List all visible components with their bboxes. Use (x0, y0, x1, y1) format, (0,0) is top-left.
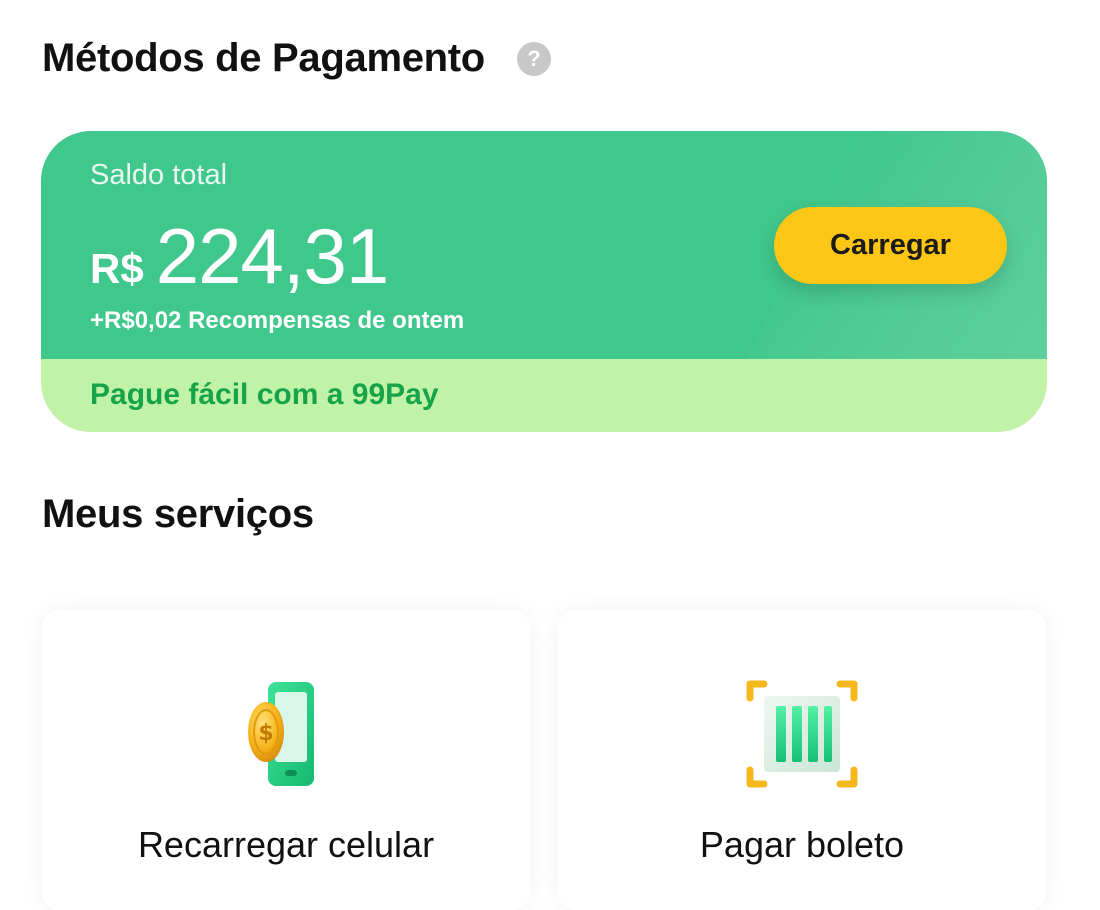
promo-banner[interactable]: Pague fácil com a 99Pay (90, 378, 439, 412)
service-card-pay-bill[interactable]: Pagar boleto (558, 610, 1046, 910)
svg-text:$: $ (258, 721, 273, 746)
balance-label: Saldo total (90, 159, 228, 191)
services-title: Meus serviços (42, 492, 314, 536)
service-label: Recarregar celular (137, 824, 435, 865)
currency-symbol: R$ (90, 245, 144, 292)
service-card-phone-recharge[interactable]: $ Recarregar celular (42, 610, 530, 910)
topup-button[interactable]: Carregar (774, 207, 1007, 284)
balance-summary: Saldo total R$ 224,31 +R$0,02 Recompensa… (41, 131, 1047, 359)
balance-card: Saldo total R$ 224,31 +R$0,02 Recompensa… (41, 131, 1047, 432)
help-icon[interactable]: ? (516, 42, 551, 76)
barcode-scan-icon (746, 680, 858, 788)
service-label: Pagar boleto (699, 824, 905, 865)
balance-amount: R$ 224,31 (90, 211, 390, 302)
balance-value: 224,31 (155, 212, 390, 300)
rewards-text: +R$0,02 Recompensas de ontem (90, 307, 465, 334)
page-title: Métodos de Pagamento (42, 35, 485, 80)
page-header: Métodos de Pagamento ? (42, 30, 551, 86)
phone-coin-icon: $ (248, 682, 314, 786)
